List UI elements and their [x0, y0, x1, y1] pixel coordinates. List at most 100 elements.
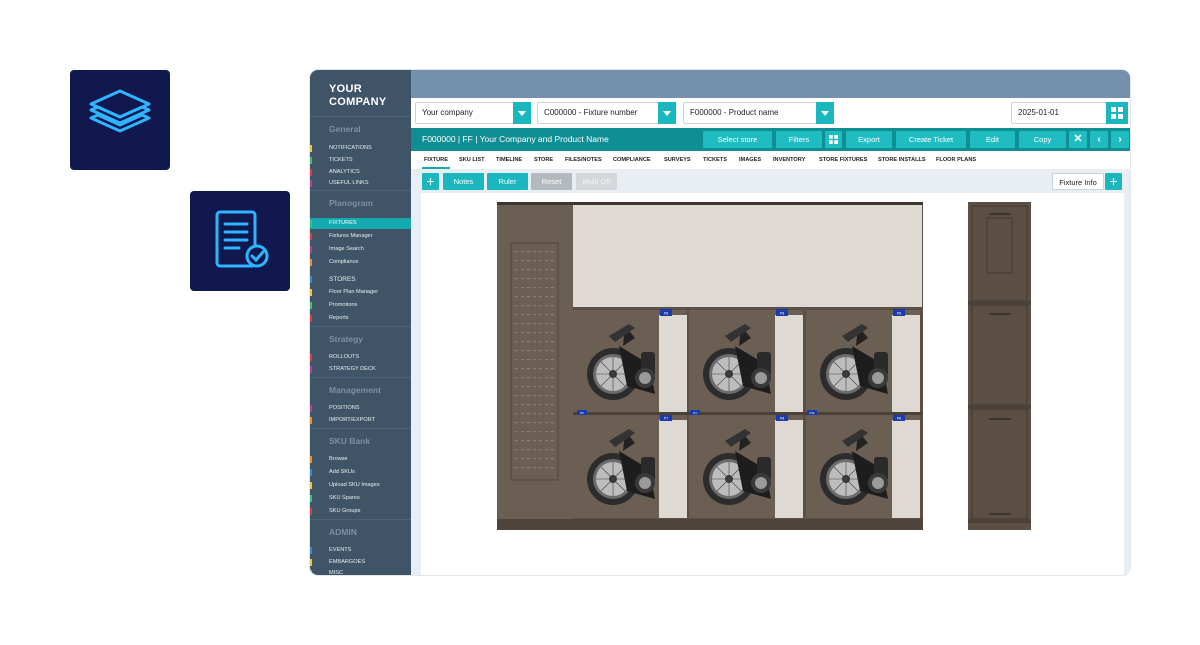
- sidebar-item-add-skus[interactable]: Add SKUs: [310, 467, 411, 478]
- grid-view-button[interactable]: [1106, 102, 1128, 124]
- tab-floor-plans[interactable]: FLOOR PLANS: [936, 151, 976, 169]
- sidebar-item-label: Reports: [329, 315, 349, 321]
- notes-button[interactable]: Notes: [443, 173, 484, 190]
- sidebar-item-fixtures[interactable]: FIXTURES: [310, 218, 417, 230]
- peg-hole: [515, 314, 518, 316]
- peg-hole: [521, 395, 524, 397]
- peg-hole: [533, 287, 536, 289]
- peg-hole: [515, 458, 518, 460]
- peg-hole: [521, 314, 524, 316]
- sidebar-item-rollouts[interactable]: ROLLOUTS: [310, 352, 411, 363]
- peg-hole: [533, 377, 536, 379]
- sidebar-item-stores[interactable]: STORES: [310, 274, 411, 285]
- peg-hole: [527, 287, 530, 289]
- tab-store-fixtures[interactable]: STORE FIXTURES: [819, 151, 867, 169]
- color-marker: [310, 547, 312, 554]
- edit-button[interactable]: Edit: [970, 131, 1015, 148]
- sidebar-item-events[interactable]: EVENTS: [310, 545, 411, 556]
- chevron-down-icon[interactable]: [658, 102, 676, 124]
- header-panel: [573, 205, 922, 307]
- sidebar-item-tickets[interactable]: TICKETS: [310, 155, 411, 166]
- bay-label: P8: [780, 311, 784, 315]
- fixture-info-button[interactable]: Fixture Info: [1052, 173, 1104, 190]
- add-button[interactable]: +: [422, 173, 439, 190]
- tab-inventory[interactable]: INVENTORY: [773, 151, 805, 169]
- sidebar-item-sku-spares[interactable]: SKU Spares: [310, 493, 411, 504]
- grid-icon: [829, 135, 838, 144]
- sidebar-item-useful-links[interactable]: USEFUL LINKS: [310, 178, 411, 189]
- sidebar-item-notifications[interactable]: NOTIFICATIONS: [310, 143, 411, 154]
- ruler-button[interactable]: Ruler: [487, 173, 528, 190]
- chevron-down-icon[interactable]: [816, 102, 834, 124]
- tab-compliance[interactable]: COMPLIANCE: [613, 151, 651, 169]
- product-select[interactable]: F000000 - Product name: [683, 102, 834, 124]
- color-marker: [310, 246, 312, 253]
- tab-store[interactable]: STORE: [534, 151, 553, 169]
- chevron-right-icon: ›: [1118, 134, 1122, 145]
- sidebar-item-label: Compliance: [329, 259, 359, 265]
- sidebar-item-floor-plan-manager[interactable]: Floor Plan Manager: [310, 287, 411, 298]
- peg-hole: [515, 440, 518, 442]
- sidebar-item-promotions[interactable]: Promotions: [310, 300, 411, 311]
- sidebar-item-misc[interactable]: MISC: [310, 568, 411, 575]
- tab-timeline[interactable]: TIMELINE: [496, 151, 522, 169]
- sidebar-item-analytics[interactable]: ANALYTICS: [310, 167, 411, 178]
- sidebar-item-compliance[interactable]: Compliance: [310, 257, 411, 268]
- peg-hole: [515, 260, 518, 262]
- chevron-down-icon[interactable]: [513, 102, 531, 124]
- sidebar-item-reports[interactable]: Reports: [310, 313, 411, 324]
- sidebar-item-image-search[interactable]: Image Search: [310, 244, 411, 255]
- peg-hole: [539, 386, 542, 388]
- peg-hole: [551, 350, 554, 352]
- prev-button[interactable]: ‹: [1090, 131, 1108, 148]
- tab-files-notes[interactable]: FILES/NOTES: [565, 151, 602, 169]
- fixture-title-bar: F000000 | FF | Your Company and Product …: [411, 128, 1130, 151]
- sidebar-item-strategy-deck[interactable]: STRATEGY DECK: [310, 364, 411, 375]
- sidebar-item-embargoes[interactable]: EMBARGOES: [310, 557, 411, 568]
- peg-hole: [551, 431, 554, 433]
- copy-button[interactable]: Copy: [1019, 131, 1066, 148]
- next-button[interactable]: ›: [1111, 131, 1129, 148]
- reset-button[interactable]: Reset: [531, 173, 572, 190]
- action-toolbar: + Notes Ruler Reset Multi Off Fixture In…: [411, 169, 1130, 193]
- peg-hole: [527, 377, 530, 379]
- sidebar-item-import-export[interactable]: IMPORT/EXPORT: [310, 415, 411, 426]
- peg-hole: [515, 431, 518, 433]
- add-info-button[interactable]: +: [1105, 173, 1122, 190]
- tab-sku-list[interactable]: SKU LIST: [459, 151, 484, 169]
- sidebar-item-upload-sku-images[interactable]: Upload SKU Images: [310, 480, 411, 491]
- peg-hole: [551, 287, 554, 289]
- shelf-divider: [892, 420, 920, 518]
- color-marker: [310, 570, 312, 575]
- peg-hole: [515, 449, 518, 451]
- sidebar-item-sku-groups[interactable]: SKU Groups: [310, 506, 411, 517]
- tab-fixture[interactable]: FIXTURE: [422, 151, 450, 169]
- planogram-canvas[interactable]: P8 P8 P8 P7 P8 P8 P2 P4 P11: [421, 193, 1124, 575]
- export-button[interactable]: Export: [846, 131, 892, 148]
- filters-button[interactable]: Filters: [776, 131, 822, 148]
- tab-tickets[interactable]: TICKETS: [703, 151, 727, 169]
- peg-hole: [527, 440, 530, 442]
- tab-surveys[interactable]: SURVEYS: [664, 151, 691, 169]
- sidebar-item-fixtures-manager[interactable]: Fixtures Manager: [310, 231, 411, 242]
- company-select[interactable]: Your company: [415, 102, 531, 124]
- fixture-select[interactable]: C000000 - Fixture number: [537, 102, 676, 124]
- peg-hole: [515, 287, 518, 289]
- multi-off-button[interactable]: Multi Off: [576, 173, 617, 190]
- date-field[interactable]: 2025-01-01: [1011, 102, 1107, 124]
- peg-hole: [533, 359, 536, 361]
- sidebar-item-browse[interactable]: Browse: [310, 454, 411, 465]
- peg-hole: [539, 431, 542, 433]
- tab-images[interactable]: IMAGES: [739, 151, 761, 169]
- layout-button[interactable]: [825, 131, 842, 148]
- sidebar-item-positions[interactable]: POSITIONS: [310, 403, 411, 414]
- peg-hole: [545, 404, 548, 406]
- tab-store-installs[interactable]: STORE INSTALLS: [878, 151, 926, 169]
- peg-hole: [515, 413, 518, 415]
- close-button[interactable]: ✕: [1069, 131, 1087, 148]
- create-ticket-button[interactable]: Create Ticket: [896, 131, 966, 148]
- select-store-button[interactable]: Select store: [703, 131, 772, 148]
- peg-hole: [527, 269, 530, 271]
- sidebar-item-label: IMPORT/EXPORT: [329, 417, 376, 423]
- canvas-right-rail: [1124, 193, 1130, 575]
